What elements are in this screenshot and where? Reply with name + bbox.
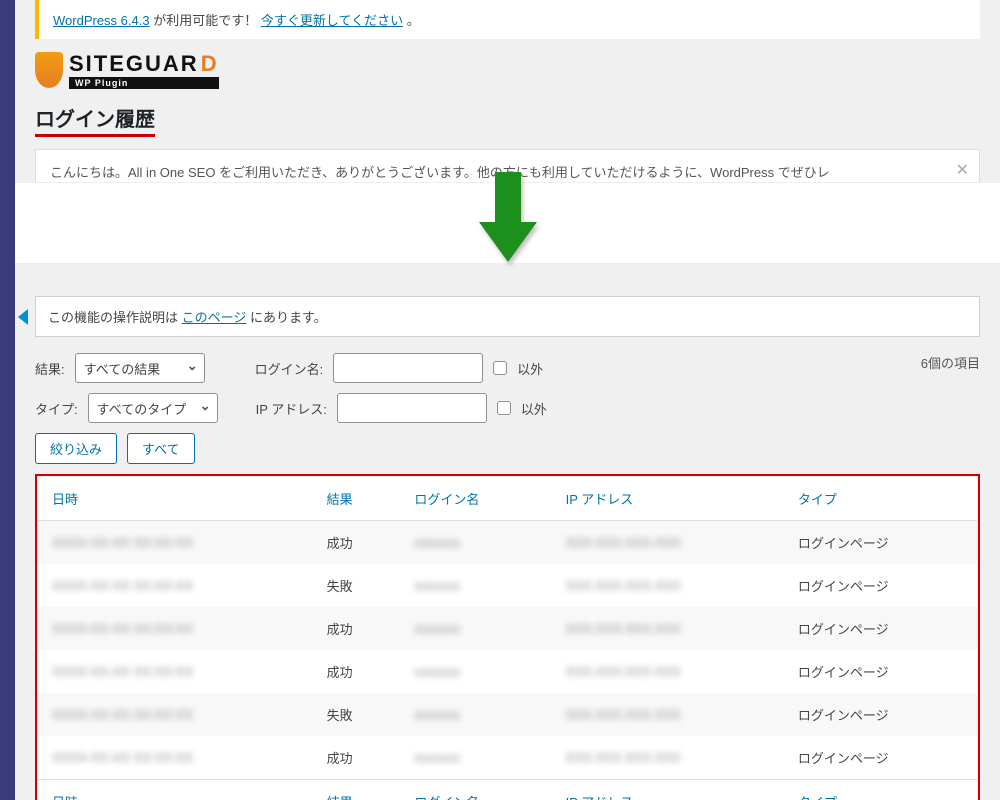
- col-login[interactable]: ログイン名: [400, 477, 551, 521]
- help-prefix: この機能の操作説明は: [48, 310, 182, 325]
- cell-datetime: XXXX-XX-XX XX:XX:XX: [38, 736, 313, 780]
- cell-result: 失敗: [313, 693, 401, 736]
- cell-login: xxxxxxx: [400, 564, 551, 607]
- filter-button[interactable]: 絞り込み: [35, 433, 117, 464]
- wp-version-link[interactable]: WordPress 6.4.3: [53, 13, 150, 28]
- login-filter-label: ログイン名:: [255, 359, 324, 378]
- update-notice: WordPress 6.4.3 が利用可能です！ 今すぐ更新してください 。: [35, 0, 980, 39]
- aioseo-text: こんにちは。All in One SEO をご利用いただき、ありがとうございます…: [50, 165, 830, 180]
- cell-ip: XXX.XXX.XXX.XXX: [552, 607, 784, 650]
- cell-datetime: XXXX-XX-XX XX:XX:XX: [38, 693, 313, 736]
- cell-result: 成功: [313, 521, 401, 565]
- cell-type: ログインページ: [784, 736, 977, 780]
- cell-result: 成功: [313, 607, 401, 650]
- page-title: ログイン履歴: [35, 103, 155, 137]
- cell-type: ログインページ: [784, 607, 977, 650]
- type-filter-label: タイプ:: [35, 399, 78, 418]
- brand-tagline: WP Plugin: [69, 77, 219, 89]
- cell-ip: XXX.XXX.XXX.XXX: [552, 650, 784, 693]
- all-button[interactable]: すべて: [127, 433, 195, 464]
- update-available-text: が利用可能です！: [153, 13, 257, 28]
- login-exclude-label: 以外: [517, 359, 543, 378]
- type-select[interactable]: すべてのタイプ: [88, 393, 218, 423]
- update-now-link[interactable]: 今すぐ更新してください: [261, 13, 403, 28]
- table-row: XXXX-XX-XX XX:XX:XX成功xxxxxxxXXX.XXX.XXX.…: [38, 521, 977, 565]
- help-pointer-icon: [18, 309, 28, 325]
- help-bar: この機能の操作説明は このページ にあります。: [35, 296, 980, 337]
- col-result-foot[interactable]: 結果: [313, 780, 401, 800]
- col-type-foot[interactable]: タイプ: [784, 780, 977, 800]
- table-row: XXXX-XX-XX XX:XX:XX成功xxxxxxxXXX.XXX.XXX.…: [38, 607, 977, 650]
- result-filter-label: 結果:: [35, 359, 65, 378]
- history-table: 日時 結果 ログイン名 IP アドレス タイプ XXXX-XX-XX XX:XX…: [38, 477, 977, 800]
- cell-login: xxxxxxx: [400, 650, 551, 693]
- cell-datetime: XXXX-XX-XX XX:XX:XX: [38, 521, 313, 565]
- table-row: XXXX-XX-XX XX:XX:XX失敗xxxxxxxXXX.XXX.XXX.…: [38, 693, 977, 736]
- ip-exclude-label: 以外: [521, 399, 547, 418]
- brand-text-orange: D: [201, 51, 219, 77]
- cell-login: xxxxxxx: [400, 736, 551, 780]
- close-icon[interactable]: ✕: [956, 160, 969, 180]
- col-ip-foot[interactable]: IP アドレス: [552, 780, 784, 800]
- item-count-top: 6個の項目: [921, 353, 980, 372]
- ip-input[interactable]: [337, 393, 487, 423]
- cell-type: ログインページ: [784, 521, 977, 565]
- siteguard-logo: SITEGUARD WP Plugin: [35, 51, 980, 89]
- cell-type: ログインページ: [784, 693, 977, 736]
- cell-result: 成功: [313, 736, 401, 780]
- filter-buttons-row: 絞り込み すべて: [35, 433, 980, 464]
- ip-exclude-checkbox[interactable]: [497, 401, 511, 415]
- cell-login: xxxxxxx: [400, 693, 551, 736]
- shield-icon: [35, 52, 63, 88]
- help-link[interactable]: このページ: [182, 310, 247, 325]
- cell-datetime: XXXX-XX-XX XX:XX:XX: [38, 564, 313, 607]
- col-type[interactable]: タイプ: [784, 477, 977, 521]
- col-datetime[interactable]: 日時: [38, 477, 313, 521]
- help-suffix: にあります。: [250, 310, 327, 325]
- cell-type: ログインページ: [784, 650, 977, 693]
- col-result[interactable]: 結果: [313, 477, 401, 521]
- ip-filter-label: IP アドレス:: [256, 399, 327, 418]
- cell-ip: XXX.XXX.XXX.XXX: [552, 521, 784, 565]
- brand-text-black: SITEGUAR: [69, 51, 199, 77]
- col-datetime-foot[interactable]: 日時: [38, 780, 313, 800]
- result-select[interactable]: すべての結果: [75, 353, 205, 383]
- table-row: XXXX-XX-XX XX:XX:XX失敗xxxxxxxXXX.XXX.XXX.…: [38, 564, 977, 607]
- cell-result: 失敗: [313, 564, 401, 607]
- history-table-wrap: 日時 結果 ログイン名 IP アドレス タイプ XXXX-XX-XX XX:XX…: [35, 474, 980, 800]
- col-login-foot[interactable]: ログイン名: [400, 780, 551, 800]
- update-period: 。: [407, 13, 420, 28]
- table-row: XXXX-XX-XX XX:XX:XX成功xxxxxxxXXX.XXX.XXX.…: [38, 650, 977, 693]
- cell-type: ログインページ: [784, 564, 977, 607]
- cell-datetime: XXXX-XX-XX XX:XX:XX: [38, 650, 313, 693]
- col-ip[interactable]: IP アドレス: [552, 477, 784, 521]
- cell-result: 成功: [313, 650, 401, 693]
- cell-ip: XXX.XXX.XXX.XXX: [552, 693, 784, 736]
- table-row: XXXX-XX-XX XX:XX:XX成功xxxxxxxXXX.XXX.XXX.…: [38, 736, 977, 780]
- cell-ip: XXX.XXX.XXX.XXX: [552, 736, 784, 780]
- cell-ip: XXX.XXX.XXX.XXX: [552, 564, 784, 607]
- login-input[interactable]: [333, 353, 483, 383]
- cell-datetime: XXXX-XX-XX XX:XX:XX: [38, 607, 313, 650]
- cell-login: xxxxxxx: [400, 521, 551, 565]
- login-exclude-checkbox[interactable]: [493, 361, 507, 375]
- filter-bar: 結果: すべての結果 ログイン名: 以外 6個の項目: [35, 353, 980, 383]
- cell-login: xxxxxxx: [400, 607, 551, 650]
- filter-bar-2: タイプ: すべてのタイプ IP アドレス: 以外: [35, 393, 980, 423]
